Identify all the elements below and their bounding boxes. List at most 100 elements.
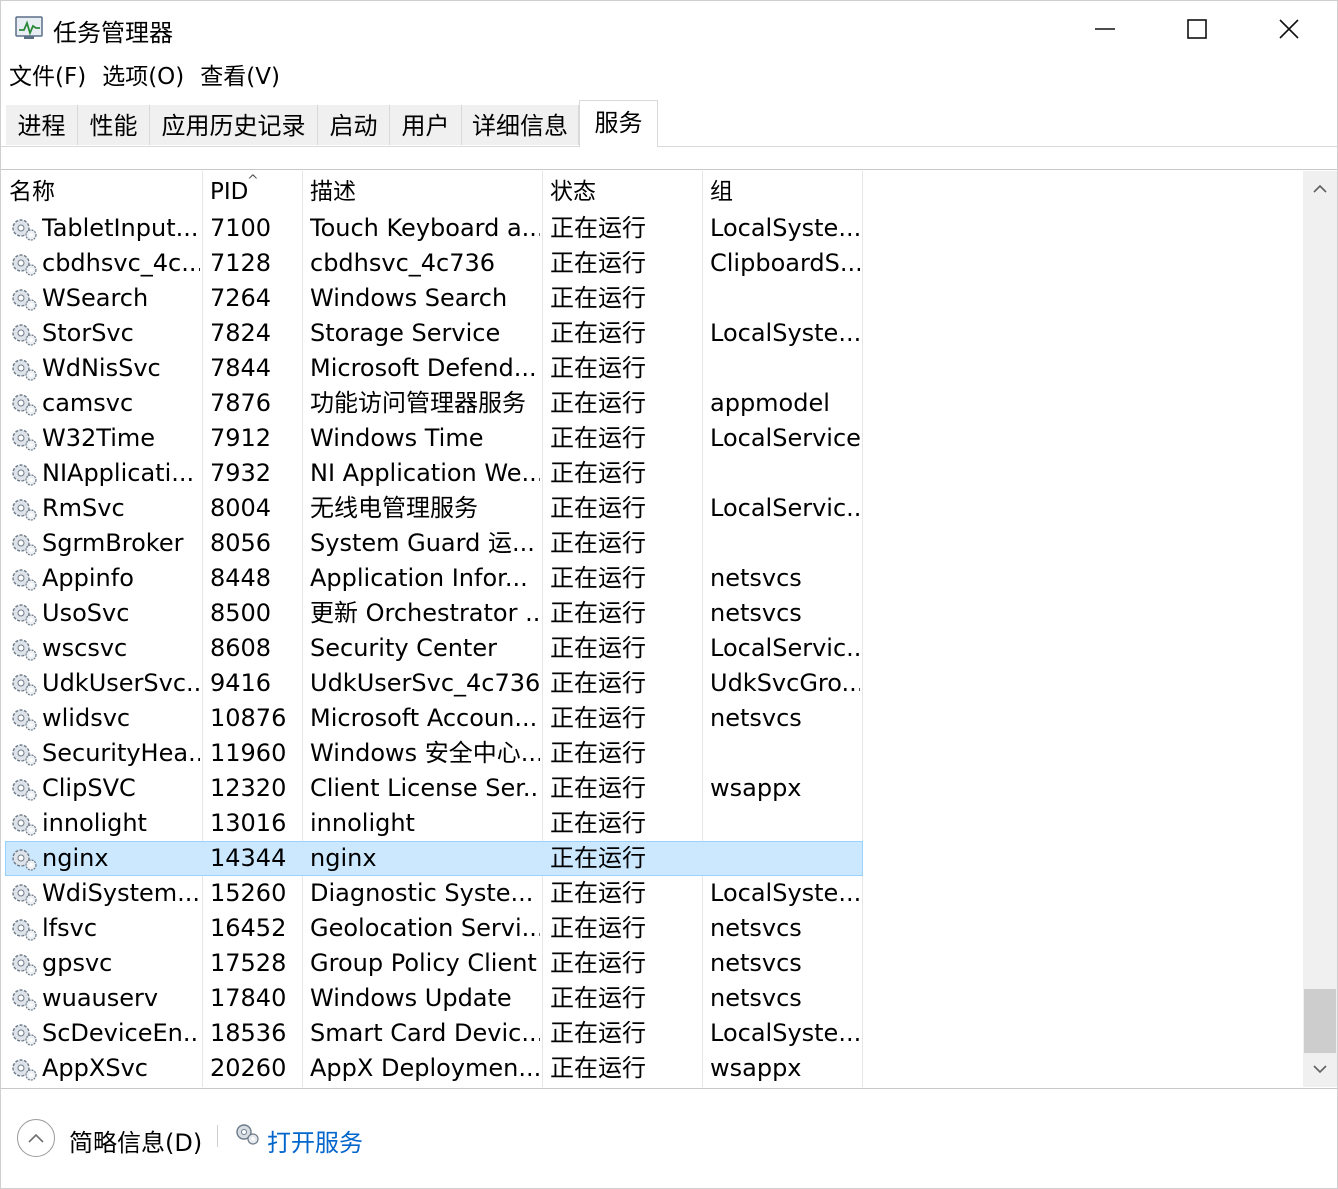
cell-group [710,281,860,316]
cell-description: Windows 安全中心... [310,739,540,767]
cell-status: 正在运行 [550,774,646,802]
cell-pid: 7932 [210,459,272,487]
column-header-description[interactable]: 描述 [302,171,542,211]
tab-details[interactable]: 详细信息 [462,105,579,145]
table-body: TabletInput... 7100 Touch Keyboard a... 正在运… [1,211,1301,1086]
column-header-group[interactable]: 组 [702,171,862,211]
cell-group: LocalService [710,424,860,452]
table-row[interactable]: WdiSystem... 15260 Diagnostic Syste... 正在运行… [1,876,1301,911]
open-services-link[interactable]: 打开服务 [267,1123,363,1158]
cell-description: Windows Time [310,424,484,452]
column-header-name[interactable]: 名称 [1,171,202,211]
cell-description: Windows Search [310,284,508,312]
tab-performance[interactable]: 性能 [78,105,150,145]
cell-pid: 8448 [210,564,272,592]
cell-status: 正在运行 [550,669,646,697]
table-row[interactable]: SgrmBroker 8056 System Guard 运... 正在运行 [1,526,1301,561]
service-gear-icon [9,356,39,382]
services-table: 名称 PID ^ 描述 状态 组 TabletInput... 7100 Touch… [1,171,1301,1087]
table-row[interactable]: innolight 13016 innolight 正在运行 [1,806,1301,841]
cell-name: gpsvc [42,949,113,977]
tab-startup[interactable]: 启动 [318,105,390,145]
cell-pid: 7128 [210,249,272,277]
minimize-button[interactable] [1059,1,1151,57]
menu-view[interactable]: 查看(V) [192,59,288,95]
cell-pid: 8500 [210,599,272,627]
table-row[interactable]: RmSvc 8004 无线电管理服务 正在运行 LocalServic... [1,491,1301,526]
table-row[interactable]: lfsvc 16452 Geolocation Servi... 正在运行 netsvc… [1,911,1301,946]
cell-group: wsappx [710,1054,802,1082]
chevron-up-icon [28,1133,44,1143]
menu-options[interactable]: 选项(O) [94,59,192,95]
table-row[interactable]: UdkUserSvc... 9416 UdkUserSvc_4c736 正在运行 Udk… [1,666,1301,701]
cell-description: Microsoft Accoun... [310,704,538,732]
cell-group [710,736,860,771]
cell-group: netsvcs [710,599,802,627]
table-row[interactable]: WdNisSvc 7844 Microsoft Defend... 正在运行 [1,351,1301,386]
service-gear-icon [9,531,39,557]
table-row[interactable]: WSearch 7264 Windows Search 正在运行 [1,281,1301,316]
cell-status: 正在运行 [550,1019,646,1047]
table-row[interactable]: wlidsvc 10876 Microsoft Accoun... 正在运行 netsv… [1,701,1301,736]
table-row[interactable]: cbdhsvc_4c... 7128 cbdhsvc_4c736 正在运行 Clipbo… [1,246,1301,281]
cell-status: 正在运行 [550,914,646,942]
task-manager-app-icon [15,15,45,41]
service-gear-icon [9,951,39,977]
table-row[interactable]: ClipSVC 12320 Client License Ser... 正在运行 wsa… [1,771,1301,806]
service-gear-icon [9,496,39,522]
table-row[interactable]: UsoSvc 8500 更新 Orchestrator ... 正在运行 netsvcs [1,596,1301,631]
less-details-button[interactable] [17,1119,55,1157]
cell-description: Client License Ser... [310,774,540,802]
sort-ascending-icon: ^ [247,173,259,189]
cell-status: 正在运行 [550,879,646,907]
table-row[interactable]: gpsvc 17528 Group Policy Client 正在运行 netsvcs [1,946,1301,981]
service-gear-icon [9,776,39,802]
column-header-status[interactable]: 状态 [542,171,702,211]
table-row[interactable]: wscsvc 8608 Security Center 正在运行 LocalServic… [1,631,1301,666]
cell-status: 正在运行 [550,389,646,417]
less-details-label[interactable]: 简略信息(D) [69,1123,202,1158]
maximize-icon [1187,19,1207,39]
cell-status: 正在运行 [550,844,646,872]
cell-description: innolight [310,809,415,837]
table-row[interactable]: AppXSvc 20260 AppX Deploymen... 正在运行 wsappx [1,1051,1301,1086]
cell-status: 正在运行 [550,704,646,732]
table-top-divider [1,169,1337,170]
table-row[interactable]: Appinfo 8448 Application Infor... 正在运行 netsv… [1,561,1301,596]
cell-group [710,456,860,491]
tab-users[interactable]: 用户 [390,105,462,145]
tab-processes[interactable]: 进程 [6,105,78,145]
table-row[interactable]: nginx 14344 nginx 正在运行 [1,841,1301,876]
cell-status: 正在运行 [550,529,646,557]
table-row[interactable]: StorSvc 7824 Storage Service 正在运行 LocalSyste… [1,316,1301,351]
cell-pid: 18536 [210,1019,287,1047]
vertical-scrollbar[interactable] [1303,171,1337,1087]
table-row[interactable]: ScDeviceEn... 18536 Smart Card Devic... 正在运… [1,1016,1301,1051]
tab-services[interactable]: 服务 [579,100,658,147]
table-row[interactable]: NIApplicati... 7932 NI Application We... 正在… [1,456,1301,491]
close-button[interactable] [1243,1,1335,57]
table-row[interactable]: wuauserv 17840 Windows Update 正在运行 netsvcs [1,981,1301,1016]
chevron-down-icon [1313,1065,1327,1074]
table-row[interactable]: camsvc 7876 功能访问管理器服务 正在运行 appmodel [1,386,1301,421]
scroll-down-button[interactable] [1303,1051,1337,1087]
table-row[interactable]: TabletInput... 7100 Touch Keyboard a... 正在运… [1,211,1301,246]
tab-app-history[interactable]: 应用历史记录 [150,105,318,145]
cell-description: UdkUserSvc_4c736 [310,669,540,697]
cell-pid: 11960 [210,739,287,767]
cell-group [710,841,860,876]
cell-pid: 20260 [210,1054,287,1082]
cell-pid: 17528 [210,949,287,977]
cell-name: cbdhsvc_4c... [42,249,200,277]
scroll-up-button[interactable] [1303,171,1337,207]
menu-file[interactable]: 文件(F) [1,59,94,95]
table-row[interactable]: SecurityHea... 11960 Windows 安全中心... 正在运行 [1,736,1301,771]
service-gear-icon [9,986,39,1012]
table-header: 名称 PID ^ 描述 状态 组 [1,171,1301,211]
table-row[interactable]: W32Time 7912 Windows Time 正在运行 LocalService [1,421,1301,456]
cell-status: 正在运行 [550,459,646,487]
cell-description: Group Policy Client [310,949,537,977]
maximize-button[interactable] [1151,1,1243,57]
scrollbar-thumb[interactable] [1304,989,1336,1053]
cell-pid: 14344 [210,844,287,872]
